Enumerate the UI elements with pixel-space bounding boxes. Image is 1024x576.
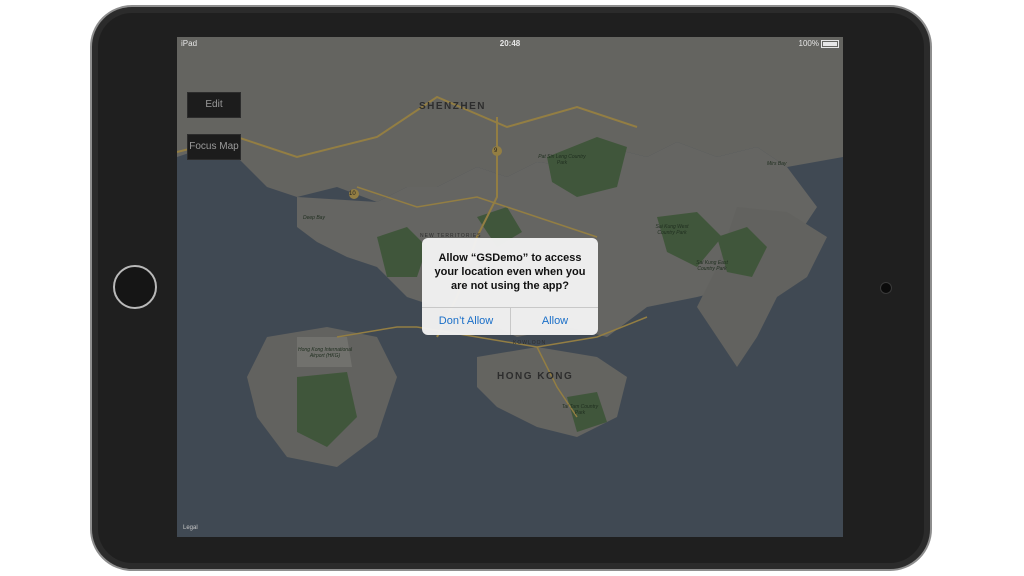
edit-button[interactable]: Edit: [187, 92, 241, 118]
map-label-hong-kong: HONG KONG: [497, 371, 574, 382]
map-label-mirs-bay: Mirs Bay: [767, 161, 787, 167]
screen: SHENZHEN HONG KONG KOWLOON NEW TERRITORI…: [177, 37, 843, 537]
home-button[interactable]: [113, 265, 157, 309]
road-sign-10: 10: [349, 191, 356, 197]
map-label-pat-sin-leng: Pat Sin Leng Country Park: [538, 154, 586, 166]
focus-map-button[interactable]: Focus Map: [187, 134, 241, 160]
battery-indicator: 100%: [799, 39, 839, 48]
battery-icon: [821, 39, 839, 48]
dont-allow-button[interactable]: Don’t Allow: [422, 308, 510, 335]
status-time: 20:48: [499, 39, 521, 48]
allow-button[interactable]: Allow: [511, 308, 598, 335]
camera-icon: [880, 282, 892, 294]
map-label-deep-bay: Deep Bay: [303, 215, 325, 221]
map-label-sai-kung-east: Sai Kung East Country Park: [696, 260, 728, 272]
map-label-airport: Hong Kong International Airport (HKG): [298, 347, 352, 359]
map-label-shenzhen: SHENZHEN: [419, 101, 487, 112]
map-label-sai-kung-west: Sai Kung West Country Park: [655, 224, 689, 236]
alert-message: Allow “GSDemo” to access your location e…: [434, 252, 586, 292]
road-sign-9: 9: [494, 148, 498, 154]
status-bar: iPad 20:48 100%: [177, 37, 843, 51]
map-label-kowloon: KOWLOON: [513, 340, 547, 346]
map-label-tai-tam: Tai Tam Country Park: [561, 404, 599, 416]
battery-percent: 100%: [798, 39, 819, 48]
legal-link[interactable]: Legal: [183, 525, 198, 531]
location-permission-alert: Allow “GSDemo” to access your location e…: [422, 238, 598, 335]
